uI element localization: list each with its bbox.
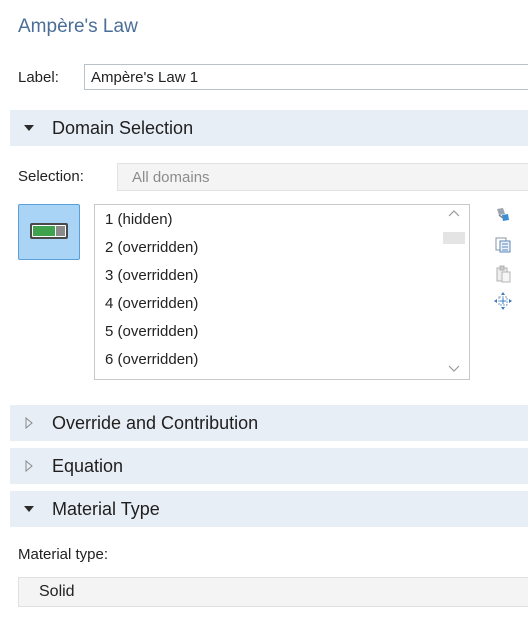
zoom-to-selection-icon[interactable] [494, 292, 512, 310]
section-override-contribution-label: Override and Contribution [52, 413, 259, 433]
list-item[interactable]: 6 (overridden) [105, 351, 198, 368]
active-toggle-button[interactable] [18, 204, 80, 260]
list-scrollbar[interactable] [439, 205, 469, 379]
label-input[interactable]: Ampère's Law 1 [84, 64, 528, 90]
list-item[interactable]: 5 (overridden) [105, 323, 198, 340]
list-item[interactable]: 1 (hidden) [105, 211, 173, 228]
panel-title: Ampère's Law [18, 16, 138, 37]
material-type-caption: Material type: [18, 546, 109, 563]
section-material-type-label: Material Type [52, 499, 160, 519]
selection-dropdown[interactable]: All domains [117, 163, 528, 191]
paste-icon[interactable] [494, 265, 512, 283]
material-type-select[interactable]: Solid [18, 577, 528, 607]
list-item[interactable]: 3 (overridden) [105, 267, 198, 284]
scroll-up-icon[interactable] [447, 209, 461, 219]
toggle-switch-icon [30, 223, 68, 239]
collapsed-arrow-icon [25, 416, 33, 430]
section-equation-label: Equation [52, 456, 124, 476]
collapsed-arrow-icon [25, 459, 33, 473]
paint-icon[interactable] [494, 206, 512, 224]
expanded-arrow-icon [24, 506, 34, 512]
section-override-contribution[interactable]: Override and Contribution [10, 405, 528, 441]
selection-row: Selection: All domains [18, 163, 528, 191]
label-row: Label: Ampère's Law 1 [18, 64, 528, 92]
section-equation[interactable]: Equation [10, 448, 528, 484]
section-material-type[interactable]: Material Type [10, 491, 528, 527]
expanded-arrow-icon [24, 125, 34, 131]
list-icon[interactable] [494, 236, 512, 254]
scroll-down-icon[interactable] [447, 363, 461, 373]
section-domain-selection[interactable]: Domain Selection [10, 110, 528, 146]
scroll-thumb[interactable] [443, 232, 465, 244]
list-item[interactable]: 2 (overridden) [105, 239, 198, 256]
section-domain-selection-label: Domain Selection [52, 118, 194, 138]
domain-list[interactable]: 1 (hidden) 2 (overridden) 3 (overridden)… [94, 204, 470, 380]
label-caption: Label: [18, 69, 59, 86]
selection-caption: Selection: [18, 168, 84, 185]
list-item[interactable]: 4 (overridden) [105, 295, 198, 312]
